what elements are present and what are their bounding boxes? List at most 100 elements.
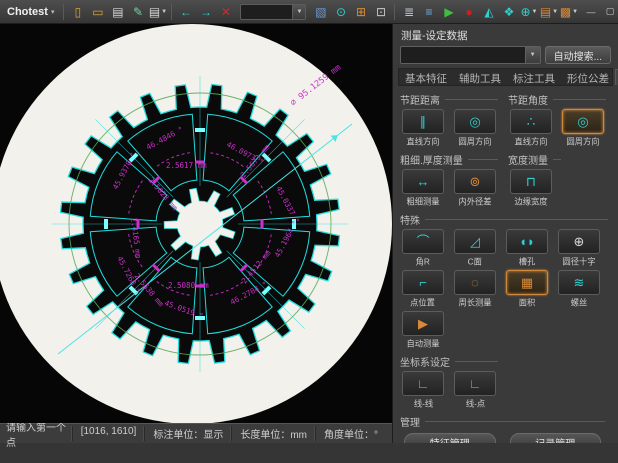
tab-标注工具[interactable]: 标注工具	[507, 69, 561, 85]
tab-基本特征[interactable]: 基本特征	[399, 69, 453, 85]
thread-icon: ≋	[574, 276, 585, 289]
tool-button-label: 内外径差	[458, 196, 491, 208]
corner-radius-icon-button[interactable]: ⌒角R	[400, 229, 446, 268]
tab-辅助工具[interactable]: 辅助工具	[453, 69, 507, 85]
edge-width-icon-button[interactable]: ⊓ 边缘宽度	[508, 169, 554, 208]
pitch-linear-icon-button[interactable]: ∥直线方向	[400, 109, 446, 148]
chamfer-icon-button[interactable]: ◿ C面	[452, 229, 498, 268]
point-position-icon: ⌐	[419, 276, 427, 289]
area-icon-button[interactable]: ▦面积	[504, 270, 550, 309]
shapes-detect-icon[interactable]: ❖	[499, 2, 518, 21]
list-view-icon[interactable]: ≣	[399, 2, 418, 21]
angle-linear-icon-button[interactable]: ∴直线方向	[508, 109, 554, 148]
edge-width-icon: ⊓	[526, 175, 536, 188]
button-row: ∴直线方向◎圆周方向	[508, 109, 606, 148]
chamfer-icon: ◿	[470, 235, 480, 248]
status-item-2: 长度单位：mm	[231, 426, 315, 441]
axis-line-line-icon-button[interactable]: ∟线-线	[400, 371, 446, 410]
new-file-icon[interactable]: ▯	[68, 2, 87, 21]
chevron-down-icon[interactable]: ▼	[525, 47, 540, 63]
section: 节距距离∥直线方向◎圆周方向	[400, 90, 498, 148]
tool-panel: 测量-设定数据 ▼ 自动搜索... 基本特征辅助工具标注工具形位公差应用工具 节…	[392, 24, 618, 443]
angle-linear-icon: ∴	[527, 115, 535, 128]
tool-button-label: 圆径十字	[562, 256, 595, 268]
feature-management-button[interactable]: 特征管理	[404, 433, 496, 443]
thickness-icon-button[interactable]: ↔粗细测量	[400, 169, 446, 208]
minimize-button[interactable]: —	[582, 4, 599, 19]
angle-circular-icon-button[interactable]: ◎圆周方向	[560, 109, 606, 148]
search-row: ▼ 自动搜索...	[400, 46, 611, 64]
tool-button-label: 边缘宽度	[514, 196, 547, 208]
record-management-button[interactable]: 记录管理	[510, 433, 602, 443]
region-icon[interactable]: ⊞	[351, 2, 370, 21]
axis-line-point-icon-button[interactable]: ∟线-点	[452, 371, 498, 410]
top-toolbar: Chotest ▾ ▯▭▤✎▤▼←→✕▼▧⊙⊞⊡≣≡▶●◭❖⊕▼▤▼▩▼ —▢✕	[0, 0, 618, 24]
toolbar-separator	[171, 4, 172, 20]
circle-cross-icon-button[interactable]: ⊕圆径十字	[556, 229, 602, 268]
section-title: 特殊	[400, 212, 608, 227]
circle-detect-icon[interactable]: ⊕▼	[519, 2, 538, 21]
tab-形位公差[interactable]: 形位公差	[561, 69, 615, 85]
perimeter-icon: ◌	[471, 276, 479, 289]
toolbar-separator	[394, 4, 395, 20]
magnifier-icon[interactable]: ⊙	[331, 2, 350, 21]
measurement-canvas[interactable]: ⌀ 95.1259 mm46.4846 °46.0973 °45.0337 °4…	[0, 24, 392, 423]
section: 管理特征管理 记录管理	[400, 412, 605, 443]
open-folder-icon[interactable]: ▭	[88, 2, 107, 21]
button-row: ∥直线方向◎圆周方向	[400, 109, 498, 148]
redo-icon[interactable]: →	[196, 2, 215, 21]
delete-icon[interactable]: ✕	[216, 2, 235, 21]
section-row: 管理特征管理 记录管理	[400, 412, 611, 443]
save-as-icon[interactable]: ▤▼	[148, 2, 167, 21]
section-title: 管理	[400, 414, 605, 429]
display-icon[interactable]: ⊡	[371, 2, 390, 21]
section-title: 粗细.厚度测量	[400, 152, 498, 167]
section-row: 特殊 ⌒角R ◿ C面 ◖◗槽孔⊕圆径十字 ⌐点位置 ◌ 周长测量 ▦面积 ≋ 螺丝 ▶自动测量	[400, 210, 611, 352]
auto-measure-icon: ▶	[418, 317, 428, 330]
auto-measure-icon-button[interactable]: ▶自动测量	[400, 311, 446, 350]
maximize-button[interactable]: ▢	[601, 4, 618, 19]
chevron-down-icon[interactable]: ▼	[292, 5, 305, 19]
auto-search-button[interactable]: 自动搜索...	[545, 46, 611, 64]
toolbar-separator	[63, 4, 64, 20]
tool-button-label: C面	[468, 256, 482, 268]
panel-title: 测量-设定数据	[400, 26, 611, 46]
section-row: 节距距离∥直线方向◎圆周方向节距角度∴直线方向◎圆周方向	[400, 90, 611, 150]
gear-view: ⌀ 95.1259 mm46.4846 °46.0973 °45.0337 °4…	[0, 24, 392, 423]
tool-button-label: 直线方向	[406, 136, 439, 148]
save-icon[interactable]: ▤	[108, 2, 127, 21]
bars-icon[interactable]: ≡	[419, 2, 438, 21]
tool-button-label: 槽孔	[519, 256, 536, 268]
panel-body: 节距距离∥直线方向◎圆周方向节距角度∴直线方向◎圆周方向粗细.厚度测量↔粗细测量…	[400, 90, 611, 443]
layers-icon[interactable]: ▤▼	[539, 2, 558, 21]
tool-button-label: 周长测量	[458, 297, 491, 309]
app-title: Chotest	[7, 6, 48, 18]
slot-hole-icon-button[interactable]: ◖◗槽孔	[504, 229, 550, 268]
perimeter-icon-button[interactable]: ◌ 周长测量	[452, 270, 498, 309]
app-menu-button[interactable]: Chotest ▾	[1, 6, 59, 18]
inner-outer-diameter-icon-button[interactable]: ⊚内外径差	[452, 169, 498, 208]
feature-combobox[interactable]: ▼	[400, 46, 541, 64]
pill-row: 特征管理 记录管理	[400, 431, 605, 443]
button-row: ∟线-线∟线-点	[400, 371, 498, 410]
undo-icon[interactable]: ←	[176, 2, 195, 21]
capture-image-icon[interactable]: ▧	[311, 2, 330, 21]
record-icon[interactable]: ●	[459, 2, 478, 21]
point-position-icon-button[interactable]: ⌐点位置	[400, 270, 446, 309]
chevron-down-icon: ▾	[51, 8, 55, 16]
section-title: 宽度测量	[508, 152, 561, 167]
tool-button-label: 圆周方向	[566, 136, 599, 148]
button-row: ⊓ 边缘宽度	[508, 169, 560, 208]
preset-combobox[interactable]: ▼	[240, 4, 306, 20]
thread-icon-button[interactable]: ≋ 螺丝	[556, 270, 602, 309]
overlay-icon[interactable]: ▩▼	[559, 2, 578, 21]
pitch-circular-icon-button[interactable]: ◎圆周方向	[452, 109, 498, 148]
tool-button-label: 线-点	[465, 398, 484, 410]
tool-button-label: 线-线	[413, 398, 432, 410]
triangle-detect-icon[interactable]: ◭	[479, 2, 498, 21]
section: 宽度测量 ⊓ 边缘宽度	[508, 150, 561, 208]
edit-program-icon[interactable]: ✎	[128, 2, 147, 21]
tool-button-label: 螺丝	[571, 297, 588, 309]
app-window: Chotest ▾ ▯▭▤✎▤▼←→✕▼▧⊙⊞⊡≣≡▶●◭❖⊕▼▤▼▩▼ —▢✕…	[0, 0, 618, 463]
run-icon[interactable]: ▶	[439, 2, 458, 21]
